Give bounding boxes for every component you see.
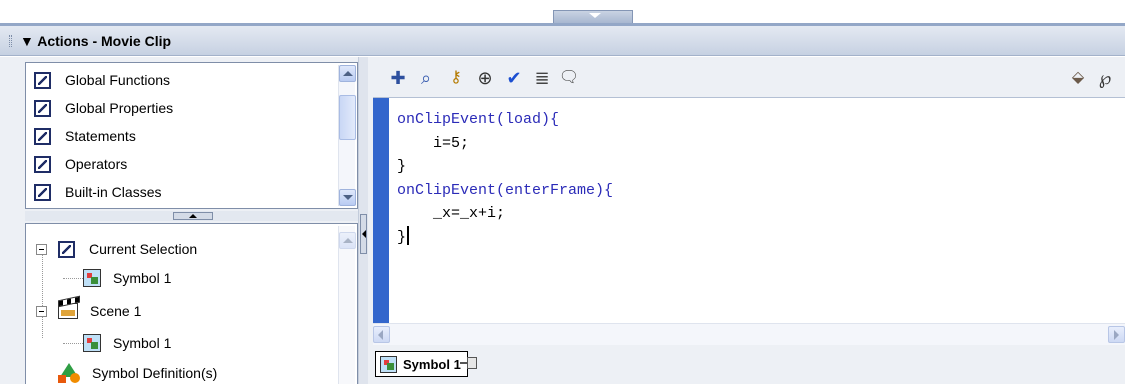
navigator-item-label: Scene 1	[90, 303, 142, 319]
shapes-icon	[58, 363, 80, 383]
book-icon	[34, 99, 51, 117]
navigator-item-symbol-1[interactable]: Symbol 1	[83, 266, 171, 290]
toolbox-item-built-in-classes[interactable]: Built-in Classes	[34, 181, 161, 203]
find-icon[interactable]: ⌕	[413, 65, 439, 91]
top-dock-strip	[0, 0, 1125, 26]
code-hint-icon[interactable]: 🗨	[556, 65, 582, 91]
code-line[interactable]: onClipEvent(enterFrame){	[397, 179, 613, 203]
panel-title-bar[interactable]: ▼ Actions - Movie Clip	[0, 26, 1125, 56]
splitter-collapse-button[interactable]	[360, 214, 367, 254]
code-line-text: }	[397, 228, 407, 246]
navigator-item-label: Current Selection	[89, 241, 198, 257]
scroll-thumb[interactable]	[339, 95, 356, 140]
panel-grip-icon[interactable]	[9, 35, 12, 47]
code-line-text: onClipEvent(load){	[397, 111, 560, 128]
editor-horizontal-scrollbar[interactable]	[373, 323, 1125, 345]
code-line-text: }	[397, 158, 407, 175]
scroll-up-button[interactable]	[339, 232, 356, 249]
movie-clip-symbol-icon	[83, 269, 101, 287]
left-pane-splitter[interactable]	[358, 57, 368, 384]
text-cursor	[407, 225, 410, 245]
actions-toolbox: Global Functions Global Properties State…	[25, 62, 358, 209]
tree-connector-line	[63, 343, 83, 344]
toolbox-item-label: Global Functions	[65, 72, 171, 88]
editor-gutter	[373, 98, 389, 324]
scroll-right-button[interactable]	[1108, 326, 1125, 343]
navigator-item-label: Symbol 1	[113, 270, 172, 286]
target-path-icon[interactable]: ⊕	[472, 65, 498, 91]
replace-icon[interactable]: ⚷	[443, 65, 469, 91]
navigator-scrollbar[interactable]	[338, 226, 356, 384]
code-line-text: onClipEvent(enterFrame){	[397, 181, 614, 199]
book-icon	[58, 240, 75, 258]
debug-options-icon[interactable]: ⬙	[1065, 65, 1091, 91]
code-line-text: _x=_x+i;	[397, 205, 506, 222]
navigator-item-symbol-definitions[interactable]: Symbol Definition(s)	[58, 361, 217, 384]
toolbox-splitter[interactable]	[25, 211, 358, 221]
toolbox-item-global-functions[interactable]: Global Functions	[34, 69, 170, 91]
toolbox-item-label: Operators	[65, 156, 128, 172]
toolbox-scrollbar[interactable]	[338, 65, 356, 206]
tree-connector-line	[63, 278, 83, 279]
script-editor[interactable]: onClipEvent(load){ i=5;} onClipEvent(ente…	[373, 97, 1125, 324]
book-icon	[34, 155, 51, 173]
panel-title-label: Actions - Movie Clip	[37, 33, 172, 49]
tree-connector-line	[42, 254, 43, 338]
navigator-item-scene-symbol-1[interactable]: Symbol 1	[83, 331, 171, 355]
scroll-left-button[interactable]	[373, 326, 390, 343]
toolbox-item-operators[interactable]: Operators	[34, 153, 127, 175]
code-line[interactable]: i=5;	[397, 132, 613, 156]
code-line[interactable]: onClipEvent(load){	[397, 108, 613, 132]
add-statement-icon[interactable]: ✚	[385, 65, 411, 91]
book-icon	[34, 71, 51, 89]
splitter-collapse-button[interactable]	[173, 212, 213, 220]
scroll-down-button[interactable]	[339, 189, 356, 206]
panel-title[interactable]: ▼ Actions - Movie Clip	[20, 33, 171, 49]
script-navigator: Current Selection Symbol 1 Scene 1 Symbo…	[25, 223, 358, 384]
toolbox-item-statements[interactable]: Statements	[34, 125, 136, 147]
navigator-item-label: Symbol Definition(s)	[92, 365, 218, 381]
collapse-toggle-icon[interactable]	[36, 305, 47, 317]
actions-toolbar: ✚ ⌕ ⚷ ⊕ ✔ ≣ 🗨 ⬙ ℘	[368, 57, 1125, 97]
collapse-toggle-icon[interactable]	[36, 243, 47, 255]
tab-symbol-1[interactable]: Symbol 1	[375, 351, 468, 377]
toolbox-item-label: Built-in Classes	[65, 184, 162, 200]
tab-label: Symbol 1	[403, 356, 461, 372]
movie-clip-symbol-icon	[83, 334, 101, 352]
navigator-item-label: Symbol 1	[113, 335, 172, 351]
auto-format-icon[interactable]: ≣	[529, 65, 555, 91]
code-line[interactable]: _x=_x+i;	[397, 202, 613, 226]
code-line[interactable]: }	[397, 155, 613, 179]
clapperboard-icon	[58, 303, 78, 319]
code-lines[interactable]: onClipEvent(load){ i=5;} onClipEvent(ente…	[397, 108, 613, 249]
script-tab-bar: Symbol 1	[368, 345, 1125, 384]
movie-clip-symbol-icon	[380, 355, 397, 373]
pin-script-icon[interactable]	[460, 355, 478, 371]
dock-collapse-handle[interactable]	[553, 10, 633, 24]
collapse-arrow-icon	[589, 13, 601, 18]
book-icon	[34, 183, 51, 201]
script-assist-icon[interactable]: ℘	[1092, 65, 1118, 91]
navigator-item-scene-1[interactable]: Scene 1	[36, 299, 141, 323]
toolbox-item-global-properties[interactable]: Global Properties	[34, 97, 173, 119]
book-icon	[34, 127, 51, 145]
code-line[interactable]: }	[397, 225, 613, 250]
check-syntax-icon[interactable]: ✔	[501, 65, 527, 91]
toolbox-item-label: Statements	[65, 128, 136, 144]
navigator-item-current-selection[interactable]: Current Selection	[36, 237, 197, 261]
toolbox-item-label: Global Properties	[65, 100, 174, 116]
scroll-up-button[interactable]	[339, 65, 356, 82]
code-line-text: i=5;	[397, 134, 470, 152]
